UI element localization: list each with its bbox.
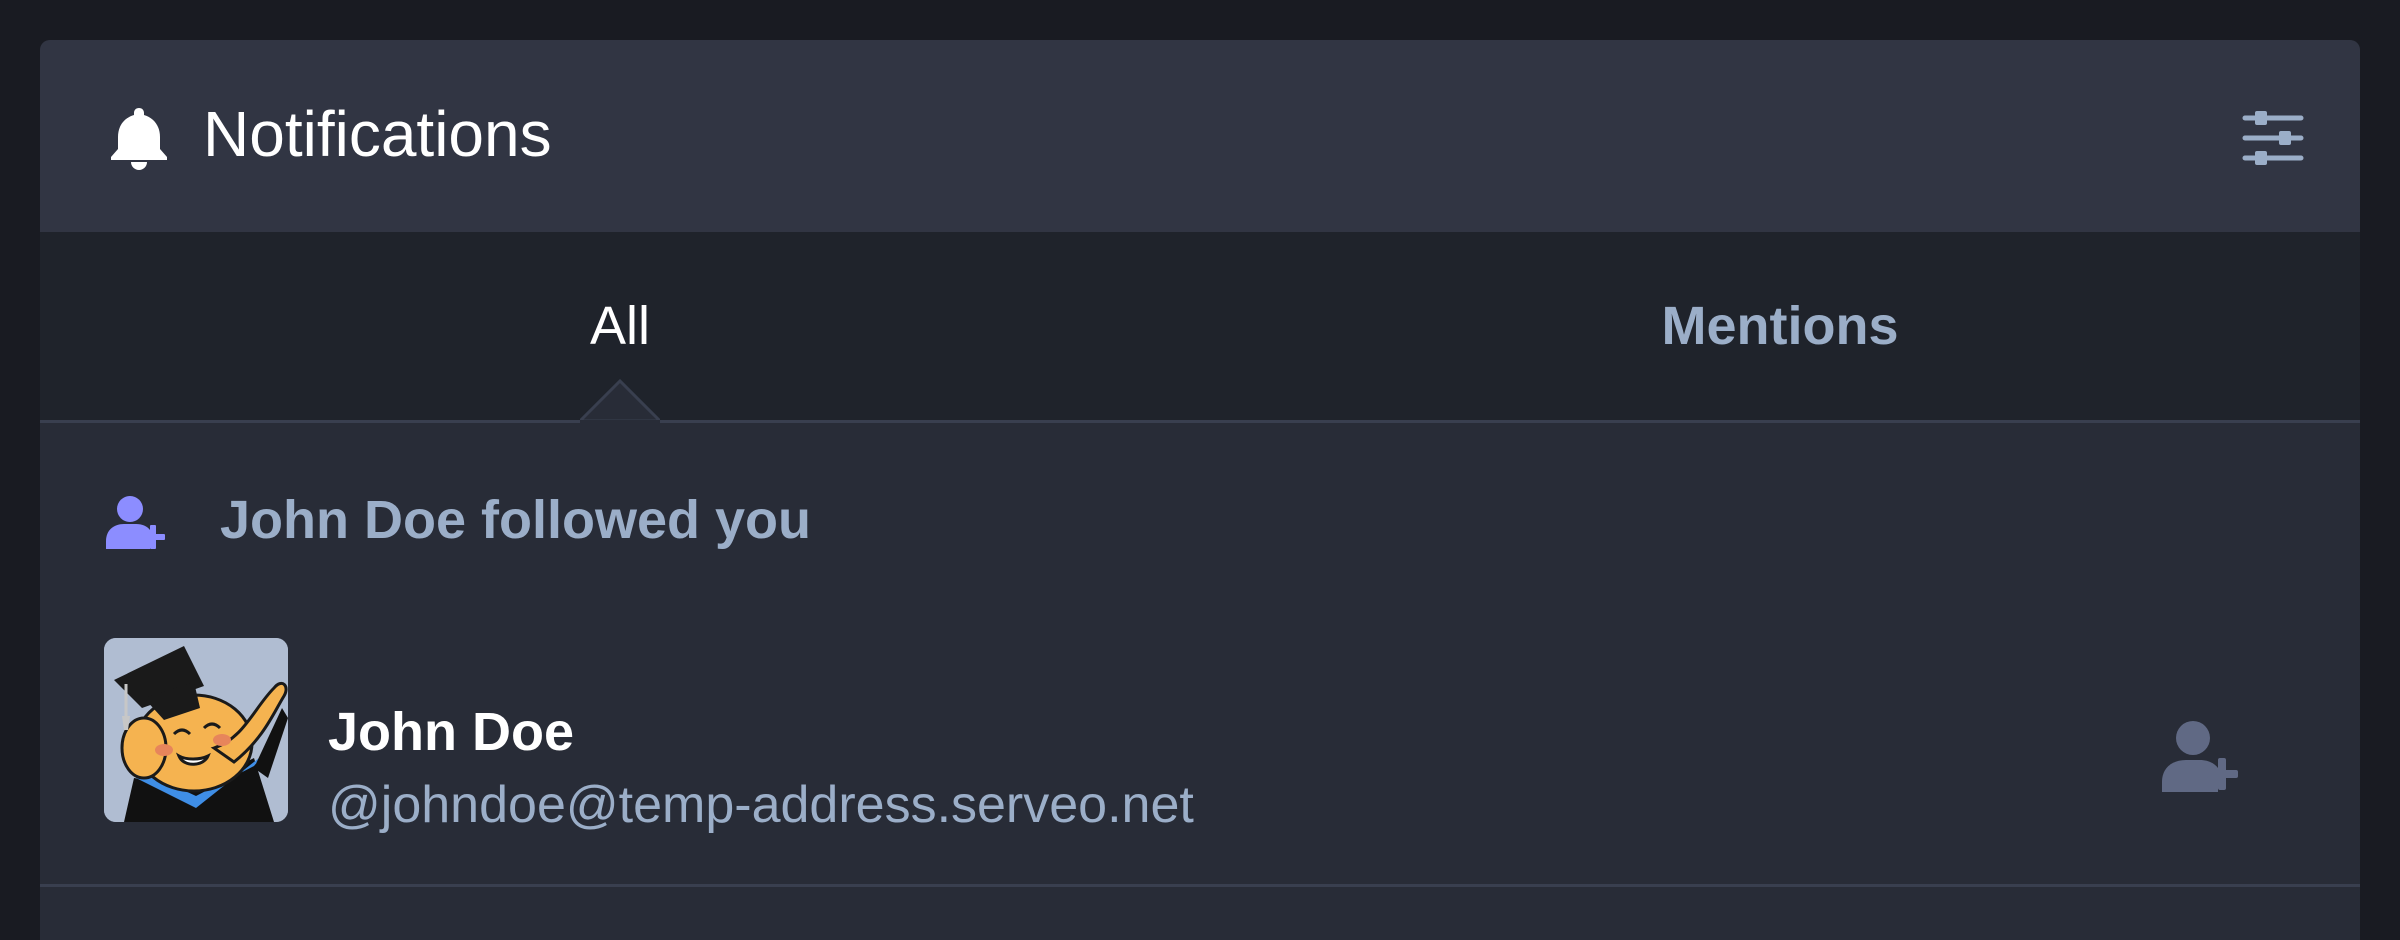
avatar[interactable] xyxy=(104,638,288,822)
notifications-column: Notifications All Mentions John Doe foll… xyxy=(40,40,2360,940)
account-handle: @johndoe@temp-address.serveo.net xyxy=(328,776,1194,834)
column-header: Notifications xyxy=(40,40,2360,232)
tab-mentions[interactable]: Mentions xyxy=(1200,232,2360,420)
bell-icon xyxy=(111,108,167,170)
notification-tabs: All Mentions xyxy=(40,232,2360,423)
column-title: Notifications xyxy=(203,98,552,170)
notification-divider xyxy=(40,884,2360,887)
follow-button[interactable] xyxy=(2160,720,2250,794)
notification-text: John Doe followed you xyxy=(220,490,811,550)
elephant-graduate-avatar xyxy=(104,638,288,822)
user-plus-icon xyxy=(106,496,165,549)
account-display-name[interactable]: John Doe xyxy=(328,700,574,764)
active-tab-indicator xyxy=(580,378,660,423)
sliders-icon[interactable] xyxy=(2241,106,2305,170)
